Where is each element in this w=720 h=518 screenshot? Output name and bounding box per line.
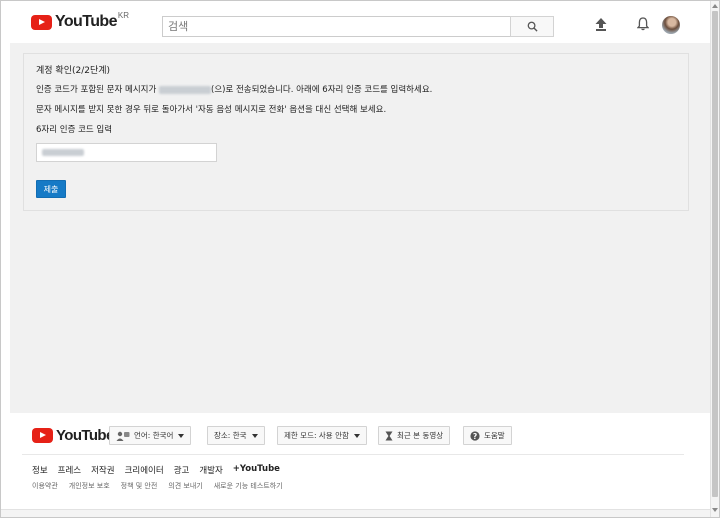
footer-link-advertise[interactable]: 광고 [174,464,190,476]
verification-step-title: 계정 확인(2/2단계) [36,66,111,76]
sms-message-prefix: 인증 코드가 포함된 문자 메시지가 [36,85,159,95]
footer-link-press[interactable]: 프레스 [58,464,81,476]
horizontal-scrollbar[interactable] [1,509,710,517]
footer-logo-wordmark: YouTube [56,427,114,444]
search-icon [527,21,538,32]
footer-link-creators[interactable]: 크리에이터 [125,464,164,476]
chevron-down-icon [353,433,360,438]
hourglass-icon [385,431,393,441]
language-icon [116,431,130,441]
chevron-down-icon [251,433,258,438]
footer-link-feedback[interactable]: 의견 보내기 [168,481,202,491]
restricted-mode-label: 제한 모드: 사용 안함 [284,431,349,440]
footer-youtube-logo[interactable]: YouTube [32,427,114,444]
notifications-button[interactable] [635,16,651,32]
footer-link-privacy[interactable]: 개인정보 보호 [69,481,110,491]
search-input[interactable] [162,16,510,37]
scroll-down-arrow-icon[interactable] [712,508,718,512]
chevron-down-icon [178,433,185,438]
footer-link-terms[interactable]: 이용약관 [32,481,58,491]
footer-secondary-links: 이용약관 개인정보 보호 정책 및 안전 의견 보내기 새로운 기능 테스트하기 [32,481,294,491]
masthead: YouTube KR [1,1,719,43]
voice-call-hint: 문자 메시지를 받지 못한 경우 뒤로 돌아가서 '자동 음성 메시지로 전화'… [36,105,387,115]
history-button[interactable]: 최근 본 동영상 [378,426,451,445]
footer-divider [22,454,684,455]
youtube-play-icon [32,428,53,443]
submit-button[interactable]: 제출 [36,180,66,198]
youtube-play-icon [31,14,52,30]
verification-card: 계정 확인(2/2단계) 인증 코드가 포함된 문자 메시지가 (으)로 전송되… [23,53,689,211]
location-button[interactable]: 장소: 한국 [207,426,265,445]
help-icon: ? [470,430,480,441]
redacted-phone-number [159,85,211,94]
youtube-logo[interactable]: YouTube KR [31,10,129,31]
footer-primary-links: 정보 프레스 저작권 크리에이터 광고 개발자 +YouTube [32,464,290,476]
scroll-up-arrow-icon[interactable] [712,4,718,8]
avatar[interactable] [662,16,680,34]
code-label: 6자리 인증 코드 입력 [36,125,113,135]
footer-link-about[interactable]: 정보 [32,464,48,476]
language-label: 언어: 한국어 [134,431,174,440]
redacted-code-value [42,149,84,156]
history-label: 최근 본 동영상 [397,431,444,440]
search-button[interactable] [510,16,554,37]
svg-text:?: ? [473,432,477,441]
footer-link-test-new-features[interactable]: 새로운 기능 테스트하기 [214,481,283,491]
footer-link-policy-safety[interactable]: 정책 및 안전 [121,481,158,491]
upload-button[interactable] [593,16,609,32]
main-content: 계정 확인(2/2단계) 인증 코드가 포함된 문자 메시지가 (으)로 전송되… [10,43,710,413]
bell-icon [637,17,649,31]
region-code: KR [117,10,129,20]
location-label: 장소: 한국 [214,431,247,440]
language-button[interactable]: 언어: 한국어 [109,426,192,445]
sms-message-suffix: (으)로 전송되었습니다. 아래에 6자리 인증 코드를 입력하세요. [211,85,433,95]
scrollbar-thumb[interactable] [712,11,718,497]
help-label: 도움말 [484,431,505,440]
search-bar [162,16,554,37]
vertical-scrollbar[interactable] [710,1,719,517]
help-button[interactable]: ? 도움말 [463,426,512,445]
footer: YouTube 언어: 한국어 장소: 한국 제한 모드: 사용 안함 최근 본… [10,413,710,497]
restricted-mode-button[interactable]: 제한 모드: 사용 안함 [277,426,367,445]
footer-link-plus-youtube[interactable]: +YouTube [233,464,280,476]
footer-link-copyright[interactable]: 저작권 [91,464,114,476]
footer-link-developers[interactable]: 개발자 [199,464,222,476]
logo-wordmark: YouTube [55,13,117,30]
sms-sent-message: 인증 코드가 포함된 문자 메시지가 (으)로 전송되었습니다. 아래에 6자리… [36,83,432,95]
verification-code-input[interactable] [36,143,217,162]
upload-icon [595,17,607,31]
